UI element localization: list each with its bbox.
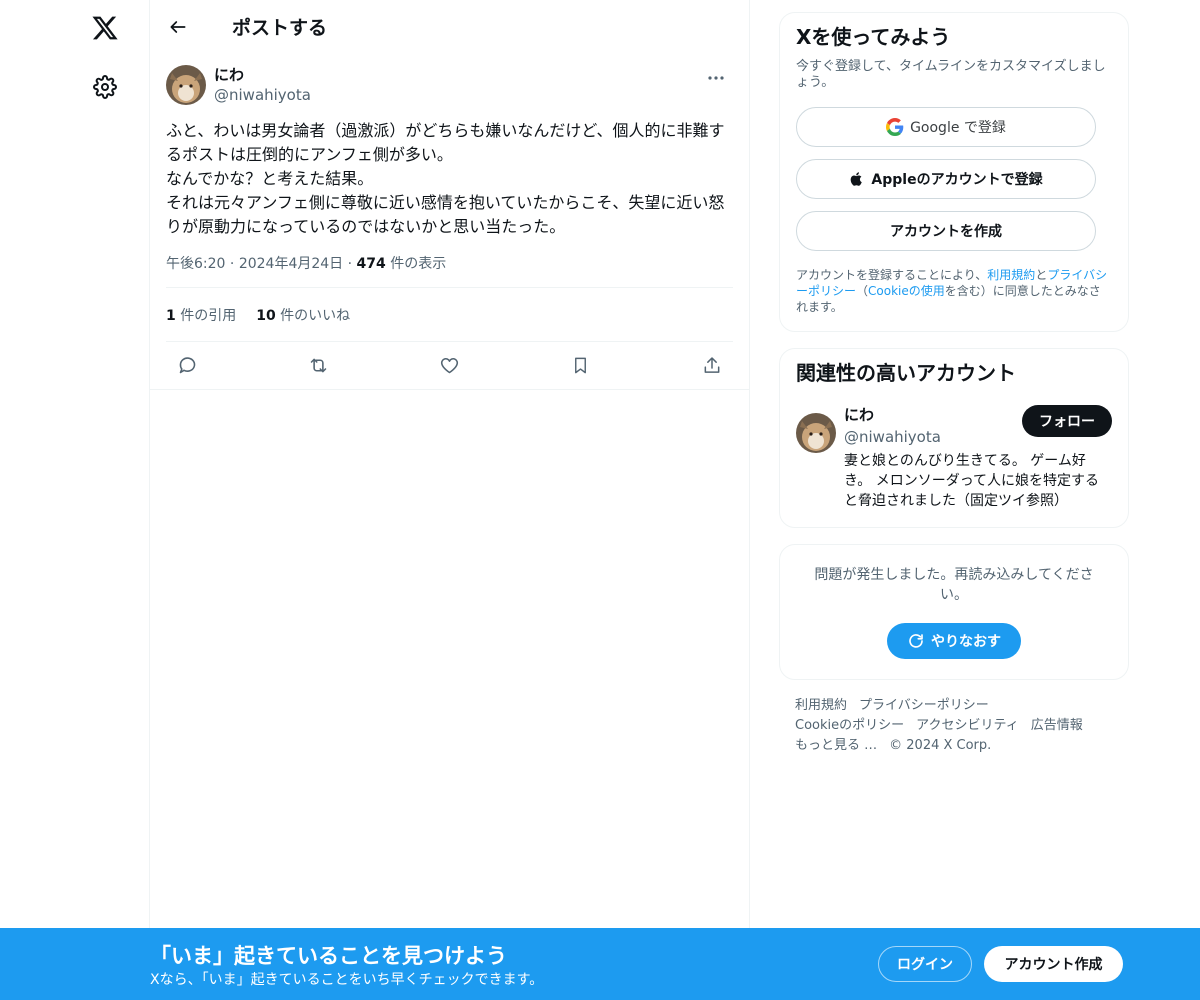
quotes-stat[interactable]: 1 件の引用 <box>166 305 236 325</box>
footer-privacy-link[interactable]: プライバシーポリシー <box>859 698 989 713</box>
footer-cookie-link[interactable]: Cookieのポリシー <box>795 718 904 733</box>
google-signup-button[interactable]: Google で登録 <box>796 107 1096 147</box>
legal-and: と <box>1035 268 1048 282</box>
main-column: ポストする にわ @niwahiyota ふと、わいは男女論者（過激派）がどちら… <box>149 0 750 930</box>
left-nav <box>0 0 150 1000</box>
likes-label: 件のいいね <box>275 307 351 324</box>
like-button[interactable] <box>433 349 467 383</box>
legal-prefix: アカウントを登録することにより、 <box>796 268 988 282</box>
quotes-count: 1 <box>166 307 176 324</box>
repost-icon <box>310 358 327 373</box>
repost-button[interactable] <box>301 349 335 383</box>
likes-stat[interactable]: 10 件のいいね <box>256 305 350 325</box>
signup-card: Xを使ってみよう 今すぐ登録して、タイムラインをカスタマイズしましょう。 Goo… <box>779 12 1129 332</box>
legal-open: （ <box>856 284 869 298</box>
retry-button[interactable]: やりなおす <box>887 623 1021 659</box>
signup-button[interactable]: アカウント作成 <box>984 946 1123 982</box>
post-actions <box>166 342 733 389</box>
copyright: © 2024 X Corp. <box>889 738 992 753</box>
follow-button[interactable]: フォロー <box>1022 405 1112 437</box>
gear-icon[interactable] <box>80 62 130 112</box>
footer-terms-link[interactable]: 利用規約 <box>795 698 847 713</box>
arrow-left-icon <box>170 20 186 33</box>
related-title: 関連性の高いアカウント <box>796 361 1016 385</box>
apple-signup-button[interactable]: Appleのアカウントで登録 <box>796 159 1096 199</box>
post-date[interactable]: 2024年4月24日 <box>239 256 343 272</box>
more-button[interactable] <box>699 65 733 91</box>
post-meta: 午後6:20 · 2024年4月24日 · 474 件の表示 <box>166 253 733 288</box>
post-time[interactable]: 午後6:20 <box>166 256 225 272</box>
banner-subtitle: Xなら、「いま」起きていることをいち早くチェックできます。 <box>150 972 544 988</box>
bottom-signup-banner: 「いま」起きていることを見つけよう Xなら、「いま」起きていることをいち早くチェ… <box>0 928 1200 1000</box>
error-card: 問題が発生しました。再読み込みしてください。 やりなおす <box>779 544 1129 680</box>
share-button[interactable] <box>695 349 729 383</box>
x-logo-icon[interactable] <box>80 3 130 53</box>
apple-icon <box>849 170 865 188</box>
google-signup-label: Google で登録 <box>910 120 1006 136</box>
signup-subtitle: 今すぐ登録して、タイムラインをカスタマイズしましょう。 <box>796 59 1106 90</box>
footer-more-link[interactable]: もっと見る … <box>795 738 877 753</box>
avatar[interactable] <box>796 413 836 453</box>
share-icon <box>704 357 720 373</box>
like-icon <box>440 357 459 374</box>
post-text-line: ふと、わいは男女論者（過激派）がどちらも嫌いなんだけど、個人的に非難するポストは… <box>166 121 725 164</box>
page-header: ポストする <box>150 0 749 53</box>
views-label: 件の表示 <box>385 256 447 272</box>
more-horizontal-icon <box>708 76 724 80</box>
error-message: 問題が発生しました。再読み込みしてください。 <box>814 567 1094 603</box>
avatar[interactable] <box>166 65 206 105</box>
related-account[interactable]: にわ @niwahiyota 妻と娘とのんびり生きてる。 ゲーム好き。 メロンソ… <box>796 405 1112 515</box>
post-text: ふと、わいは男女論者（過激派）がどちらも嫌いなんだけど、個人的に非難するポストは… <box>166 119 734 239</box>
author-name[interactable]: にわ <box>214 65 311 85</box>
footer-ads-link[interactable]: 広告情報 <box>1031 718 1083 733</box>
signup-title: Xを使ってみよう <box>796 25 951 49</box>
back-button[interactable] <box>160 9 196 45</box>
apple-signup-label: Appleのアカウントで登録 <box>871 172 1043 188</box>
quotes-label: 件の引用 <box>175 307 237 324</box>
footer-links: 利用規約 プライバシーポリシー Cookieのポリシー アクセシビリティ 広告情報 も… <box>779 696 1129 756</box>
related-accounts-card: 関連性の高いアカウント にわ @niwahiyota 妻と娘とのんびり生きてる。… <box>779 348 1129 528</box>
bookmark-button[interactable] <box>564 349 598 383</box>
post-text-line: それは元々アンフェ側に尊敬に近い感情を抱いていたからこそ、失望に近い怒りが原動力… <box>166 193 725 236</box>
page-title: ポストする <box>232 17 328 39</box>
reply-button[interactable] <box>170 349 204 383</box>
cookie-link[interactable]: Cookieの使用 <box>868 284 945 298</box>
footer-accessibility-link[interactable]: アクセシビリティ <box>916 718 1019 733</box>
post: にわ @niwahiyota ふと、わいは男女論者（過激派）がどちらも嫌いなんだ… <box>150 53 749 390</box>
related-bio: 妻と娘とのんびり生きてる。 ゲーム好き。 メロンソーダって人に娘を特定すると脅迫… <box>844 453 1100 509</box>
post-author: にわ @niwahiyota <box>166 65 733 105</box>
likes-count: 10 <box>256 307 276 324</box>
views-count: 474 <box>356 256 386 272</box>
post-stats: 1 件の引用 10 件のいいね <box>166 288 733 342</box>
create-account-label: アカウントを作成 <box>890 224 1002 240</box>
right-sidebar: Xを使ってみよう 今すぐ登録して、タイムラインをカスタマイズしましょう。 Goo… <box>779 12 1129 756</box>
create-account-button[interactable]: アカウントを作成 <box>796 211 1096 251</box>
google-icon <box>886 118 904 136</box>
banner-title: 「いま」起きていることを見つけよう <box>150 944 507 968</box>
post-text-line: なんでかな？と考えた結果。 <box>166 169 374 188</box>
terms-link[interactable]: 利用規約 <box>987 268 1035 282</box>
signup-legal: アカウントを登録することにより、利用規約とプライバシーポリシー（Cookieの使… <box>796 267 1112 315</box>
reply-icon <box>179 357 195 374</box>
login-button[interactable]: ログイン <box>878 946 972 982</box>
refresh-icon <box>909 634 923 648</box>
retry-label: やりなおす <box>931 634 1001 650</box>
bookmark-icon <box>575 357 587 374</box>
author-handle[interactable]: @niwahiyota <box>214 85 311 105</box>
